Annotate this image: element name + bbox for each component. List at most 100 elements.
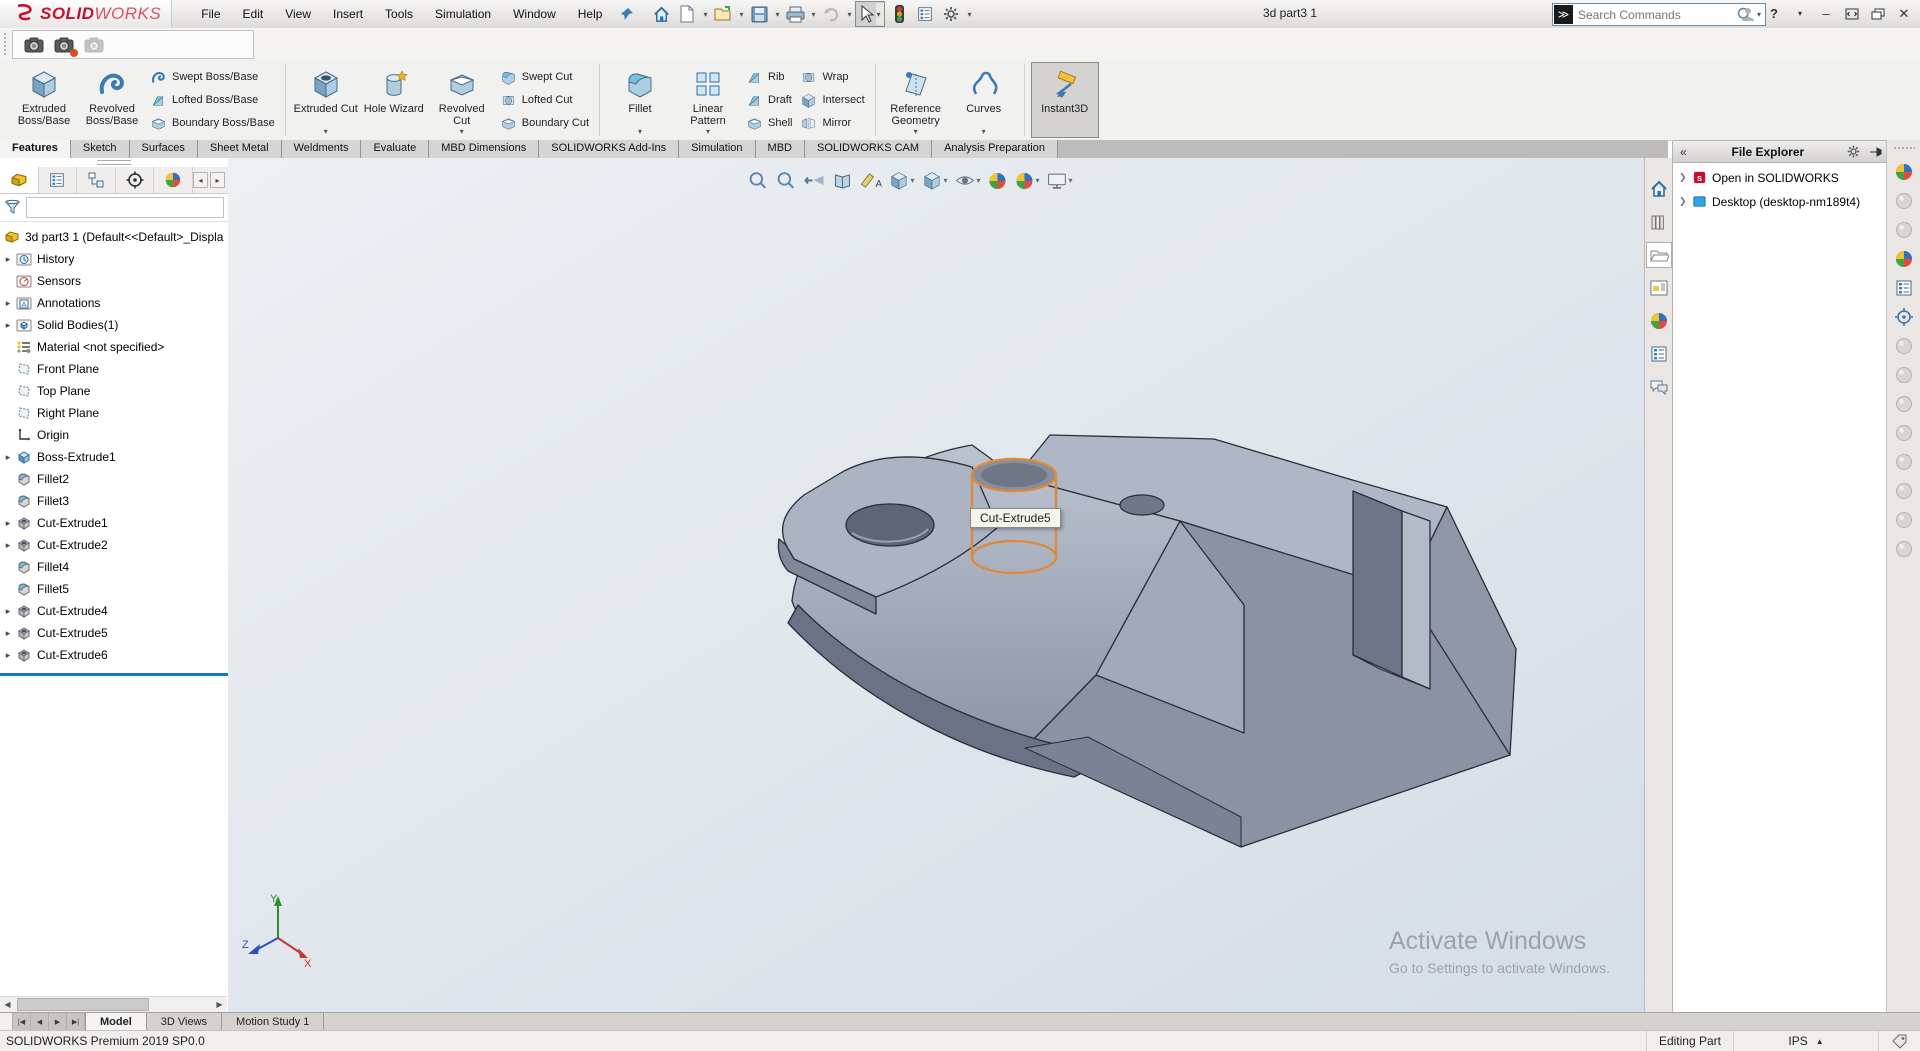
solidworks-resources-icon[interactable] <box>1646 176 1672 202</box>
tree-item-solid-bodies[interactable]: ▸Solid Bodies(1) <box>0 314 228 336</box>
display-style-button[interactable]: ▾ <box>921 170 947 191</box>
pin-panel-icon[interactable] <box>1865 146 1887 158</box>
dropdown-arrow-icon[interactable]: ▾ <box>1069 176 1073 185</box>
revolved-cut-button[interactable]: Revolved Cut ▾ <box>428 62 496 138</box>
model-3d-view[interactable] <box>228 158 1644 1012</box>
save-button[interactable] <box>747 3 771 25</box>
options-button[interactable] <box>939 3 963 25</box>
displaymanager-tab[interactable] <box>154 167 193 193</box>
appearances-scenes-icon[interactable] <box>1646 308 1672 334</box>
explorer-item-desktop[interactable]: ❯ Desktop (desktop-nm189t4) <box>1673 192 1887 211</box>
expand-arrow-icon[interactable]: ▸ <box>0 628 16 639</box>
menu-help[interactable]: Help <box>567 1 614 28</box>
panel-tab-scroll-right[interactable]: ▸ <box>210 172 225 188</box>
lofted-boss-button[interactable]: Lofted Boss/Base <box>150 90 275 110</box>
file-explorer-icon[interactable] <box>1646 242 1672 268</box>
tab-solidworks-cam[interactable]: SOLIDWORKS CAM <box>805 140 932 158</box>
tab-mbd-dimensions[interactable]: MBD Dimensions <box>429 140 539 158</box>
propertymanager-tab[interactable] <box>39 167 78 193</box>
extruded-boss-button[interactable]: Extruded Boss/Base <box>10 62 78 138</box>
tree-item-cut-extrude4[interactable]: ▸Cut-Extrude4 <box>0 600 228 622</box>
close-button[interactable]: ✕ <box>1892 3 1916 25</box>
section-view-button[interactable] <box>832 171 852 191</box>
restore-button[interactable] <box>1840 3 1864 25</box>
dropdown-arrow-icon[interactable]: ▾ <box>737 10 745 19</box>
forum-icon[interactable] <box>1646 374 1672 400</box>
dimxpertmanager-tab[interactable] <box>116 167 155 193</box>
dropdown-arrow-icon[interactable]: ▾ <box>914 127 918 136</box>
minimize-button[interactable]: – <box>1814 3 1838 25</box>
tree-item-cut-extrude2[interactable]: ▸Cut-Extrude2 <box>0 534 228 556</box>
tree-item-cut-extrude5[interactable]: ▸Cut-Extrude5 <box>0 622 228 644</box>
toolbar-grip[interactable] <box>1893 146 1915 151</box>
tab-addins[interactable]: SOLIDWORKS Add-Ins <box>539 140 679 158</box>
scroll-right-icon[interactable]: ▶ <box>212 997 227 1012</box>
draft-button[interactable]: Draft <box>746 90 792 110</box>
print-button[interactable] <box>783 3 807 25</box>
dropdown-arrow-icon[interactable]: ▾ <box>460 127 464 136</box>
open-button[interactable] <box>711 3 735 25</box>
dropdown-arrow-icon[interactable]: ▾ <box>809 10 817 19</box>
intersect-button[interactable]: Intersect <box>800 90 864 110</box>
gear-icon[interactable] <box>1842 144 1865 159</box>
tree-item-fillet3[interactable]: Fillet3 <box>0 490 228 512</box>
toolbar-grip[interactable] <box>3 32 7 56</box>
view-palette-icon[interactable] <box>1646 275 1672 301</box>
expand-arrow-icon[interactable]: ▸ <box>0 518 16 529</box>
tree-item-cut-extrude1[interactable]: ▸Cut-Extrude1 <box>0 512 228 534</box>
fillet-button[interactable]: Fillet ▾ <box>606 62 674 138</box>
zoom-to-area-button[interactable] <box>775 170 796 191</box>
unit-system[interactable]: IPS ▲ <box>1733 1031 1878 1051</box>
last-tab-icon[interactable]: ▶| <box>67 1013 85 1031</box>
collapse-panel-icon[interactable]: « <box>1673 145 1694 159</box>
unit-dropdown-icon[interactable]: ▲ <box>1816 1037 1824 1046</box>
zoom-to-fit-button[interactable] <box>747 170 768 191</box>
apply-scene-button[interactable]: ▾ <box>1015 171 1040 191</box>
motion-study-tab[interactable]: Motion Study 1 <box>222 1013 324 1031</box>
dropdown-arrow-icon[interactable]: ▾ <box>1788 3 1812 25</box>
expand-arrow-icon[interactable]: ▸ <box>0 650 16 661</box>
scroll-left-icon[interactable]: ◀ <box>0 997 15 1012</box>
dropdown-arrow-icon[interactable]: ▾ <box>706 127 710 136</box>
revolved-boss-button[interactable]: Revolved Boss/Base <box>78 62 146 138</box>
tree-item-right-plane[interactable]: Right Plane <box>0 402 228 424</box>
hide-show-items-button[interactable]: ▾ <box>954 170 980 191</box>
next-tab-icon[interactable]: ▶ <box>49 1013 67 1031</box>
rib-button[interactable]: Rib <box>746 67 792 87</box>
tab-sheet-metal[interactable]: Sheet Metal <box>198 140 282 158</box>
dropdown-arrow-icon[interactable]: ▾ <box>773 10 781 19</box>
dropdown-arrow-icon[interactable]: ▾ <box>982 127 986 136</box>
previous-view-button[interactable] <box>803 172 825 190</box>
tab-analysis-preparation[interactable]: Analysis Preparation <box>932 140 1058 158</box>
graphics-viewport[interactable]: A ▾ ▾ ▾ ▾ ▾ Cut-Extrude5 Y X Z Activate … <box>228 158 1644 1012</box>
tab-sketch[interactable]: Sketch <box>71 140 130 158</box>
display-settings-button[interactable] <box>913 3 937 25</box>
appearance-filter-icon[interactable] <box>1894 249 1914 269</box>
search-commands-box[interactable]: ≫ ▾ <box>1552 3 1766 26</box>
tree-item-fillet5[interactable]: Fillet5 <box>0 578 228 600</box>
reference-geometry-button[interactable]: Reference Geometry ▾ <box>882 62 950 138</box>
edit-material-icon[interactable] <box>1894 278 1914 298</box>
expand-arrow-icon[interactable]: ▸ <box>0 298 16 309</box>
view-settings-button[interactable]: ▾ <box>1047 170 1073 191</box>
custom-properties-icon[interactable] <box>1646 341 1672 367</box>
wrap-button[interactable]: Wrap <box>800 67 864 87</box>
expand-arrow-icon[interactable]: ▸ <box>0 452 16 463</box>
dropdown-arrow-icon[interactable]: ▾ <box>876 3 884 25</box>
tree-item-material[interactable]: Material <not specified> <box>0 336 228 358</box>
dynamic-annotation-button[interactable]: A <box>859 172 881 190</box>
first-tab-icon[interactable]: |◀ <box>13 1013 31 1031</box>
user-account-icon[interactable] <box>1736 3 1760 25</box>
explorer-item-open-in-solidworks[interactable]: ❯ Open in SOLIDWORKS <box>1673 168 1887 187</box>
dropdown-arrow-icon[interactable]: ▾ <box>943 176 947 185</box>
design-library-icon[interactable] <box>1646 209 1672 235</box>
help-button[interactable]: ? <box>1762 3 1786 25</box>
menu-simulation[interactable]: Simulation <box>424 1 502 28</box>
tab-weldments[interactable]: Weldments <box>282 140 362 158</box>
panel-tab-scroll-left[interactable]: ◂ <box>193 172 208 188</box>
tree-item-sensors[interactable]: Sensors <box>0 270 228 292</box>
instant3d-button[interactable]: Instant3D <box>1031 62 1099 138</box>
tree-item-history[interactable]: ▸History <box>0 248 228 270</box>
extruded-cut-button[interactable]: Extruded Cut ▾ <box>292 62 360 138</box>
panel-horizontal-scrollbar[interactable]: ◀ ▶ <box>0 996 227 1012</box>
